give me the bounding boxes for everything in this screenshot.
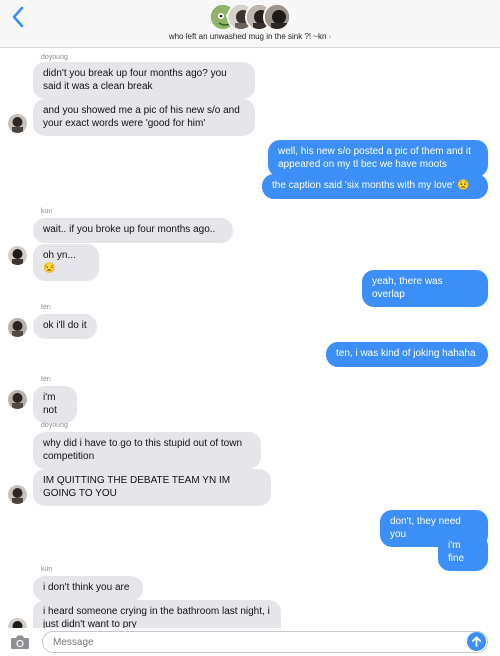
message-bubble-outgoing[interactable]: the caption said 'six months with my lov… (262, 174, 488, 199)
message-bubble-incoming[interactable]: IM QUITTING THE DEBATE TEAM YN IM GOING … (33, 469, 271, 506)
message-bubble-incoming[interactable]: i'm not (33, 386, 77, 423)
send-button[interactable] (467, 632, 486, 651)
group-name-label: who left an unwashed mug in the sink ?! … (168, 32, 327, 41)
message-bubble-incoming[interactable]: didn't you break up four months ago? you… (33, 62, 255, 99)
sender-name: ten (41, 376, 51, 383)
chevron-right-icon: › (328, 32, 332, 41)
sender-name: kun (41, 566, 53, 573)
message-bubble-incoming[interactable]: why did i have to go to this stupid out … (33, 432, 261, 469)
avatar (8, 618, 27, 628)
message-bubble-incoming[interactable]: ok i'll do it (33, 314, 97, 339)
message-bubble-incoming[interactable]: oh yn... 😒 (33, 244, 99, 281)
sender-name: kun (41, 208, 53, 215)
group-avatars[interactable] (209, 3, 293, 31)
message-bubble-incoming[interactable]: and you showed me a pic of his new s/o a… (33, 99, 255, 136)
message-bubble-incoming[interactable]: wait.. if you broke up four months ago.. (33, 218, 233, 243)
message-bubble-outgoing[interactable]: well, his new s/o posted a pic of them a… (268, 140, 488, 177)
message-bubble-outgoing[interactable]: yeah, there was overlap (362, 270, 488, 307)
sender-name: doyoung (41, 422, 68, 429)
message-composer (0, 628, 500, 656)
message-bubble-outgoing[interactable]: i'm fine (438, 534, 488, 571)
message-bubble-incoming[interactable]: i don't think you are (33, 576, 143, 601)
avatar (8, 114, 27, 133)
chevron-left-icon[interactable] (8, 4, 30, 30)
sender-name: doyoung (41, 54, 68, 61)
message-bubble-incoming[interactable]: i heard someone crying in the bathroom l… (33, 600, 281, 628)
message-bubble-outgoing[interactable]: ten, i was kind of joking hahaha (326, 342, 488, 367)
avatar (263, 3, 291, 31)
group-name[interactable]: who left an unwashed mug in the sink ?! … (0, 32, 500, 41)
send-arrow-icon (471, 636, 482, 647)
avatar (8, 318, 27, 337)
avatar (8, 390, 27, 409)
avatar (8, 246, 27, 265)
message-thread[interactable]: doyoung didn't you break up four months … (0, 48, 500, 628)
avatar (8, 485, 27, 504)
camera-icon[interactable] (10, 634, 30, 650)
conversation-header: who left an unwashed mug in the sink ?! … (0, 0, 500, 48)
message-input[interactable] (42, 631, 488, 653)
sender-name: ten (41, 304, 51, 311)
